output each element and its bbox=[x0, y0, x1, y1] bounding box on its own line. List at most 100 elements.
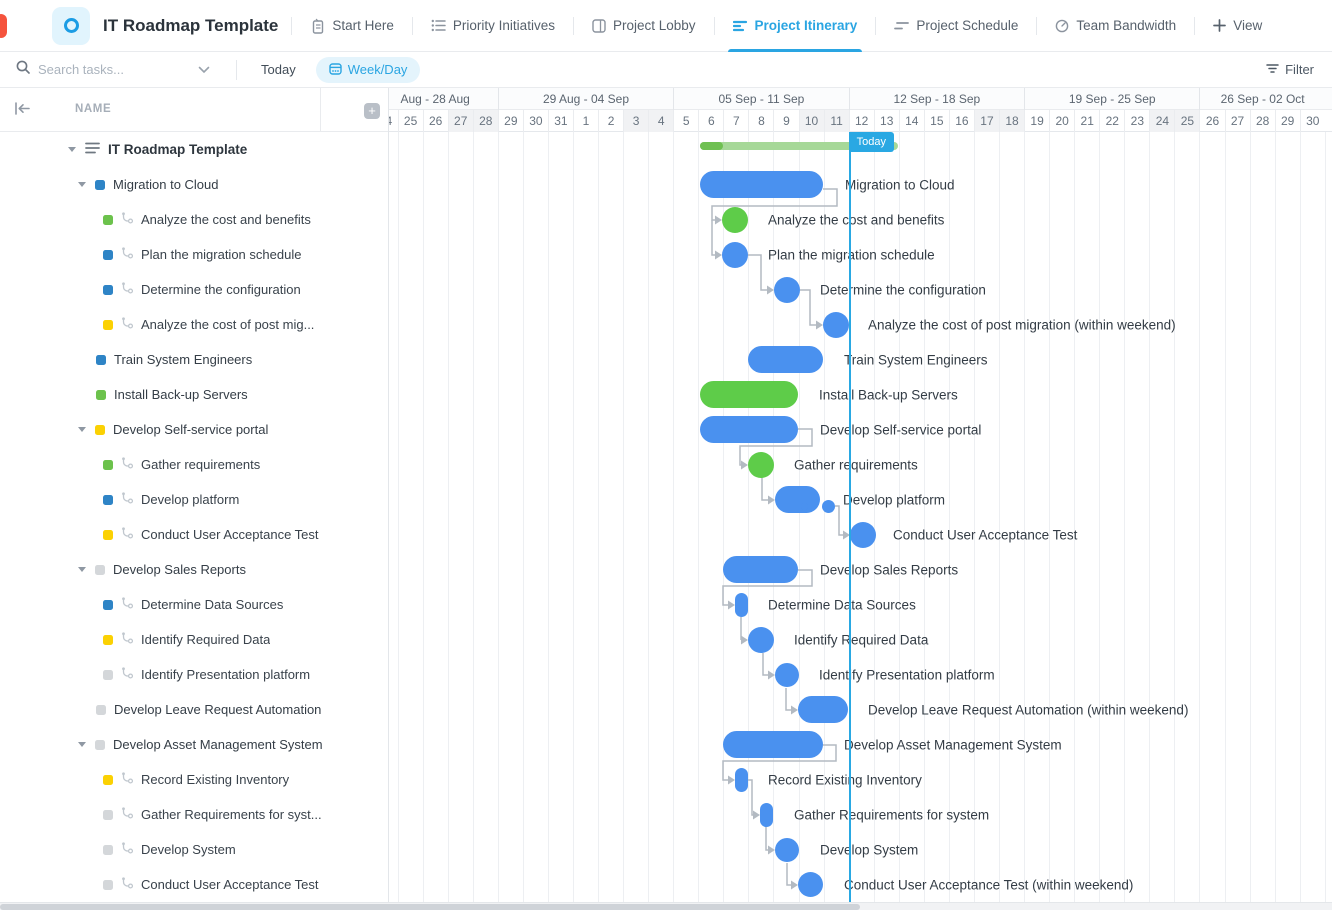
task-row-migration-to-cloud[interactable]: Migration to Cloud bbox=[0, 167, 388, 202]
gantt-bar[interactable] bbox=[774, 277, 800, 303]
collapse-panel-icon[interactable] bbox=[14, 101, 31, 121]
task-row-analyze-the-cost-of-post-mig[interactable]: Analyze the cost of post mig... bbox=[0, 307, 388, 342]
status-square-icon[interactable] bbox=[103, 775, 113, 785]
subtask-icon bbox=[121, 491, 133, 509]
expand-caret-icon[interactable] bbox=[68, 147, 76, 152]
horizontal-scrollbar-thumb[interactable] bbox=[0, 904, 860, 910]
status-square-icon[interactable] bbox=[103, 600, 113, 610]
gantt-bar[interactable] bbox=[735, 593, 748, 617]
task-row-train-system-engineers[interactable]: Train System Engineers bbox=[0, 342, 388, 377]
gantt-bar[interactable] bbox=[748, 452, 774, 478]
task-row-it-roadmap-template[interactable]: IT Roadmap Template bbox=[0, 132, 388, 167]
tab-team-bandwidth[interactable]: Team Bandwidth bbox=[1040, 0, 1191, 52]
gantt-bar[interactable] bbox=[722, 207, 748, 233]
task-row-plan-the-migration-schedule[interactable]: Plan the migration schedule bbox=[0, 237, 388, 272]
status-square-icon[interactable] bbox=[103, 810, 113, 820]
status-square-icon[interactable] bbox=[103, 495, 113, 505]
task-row-identify-required-data[interactable]: Identify Required Data bbox=[0, 622, 388, 657]
task-row-record-existing-inventory[interactable]: Record Existing Inventory bbox=[0, 762, 388, 797]
status-square-icon[interactable] bbox=[95, 180, 105, 190]
expand-caret-icon[interactable] bbox=[78, 742, 86, 747]
gantt-bar[interactable] bbox=[723, 731, 823, 758]
gantt-bar-label-plan-the-migration-schedule: Plan the migration schedule bbox=[768, 247, 935, 262]
search-box[interactable] bbox=[16, 60, 226, 79]
gantt-bar[interactable] bbox=[798, 696, 848, 723]
status-square-icon[interactable] bbox=[103, 670, 113, 680]
status-square-icon[interactable] bbox=[96, 390, 106, 400]
tab-priority-initiatives[interactable]: Priority Initiatives bbox=[416, 0, 570, 52]
filter-button[interactable]: Filter bbox=[1266, 62, 1314, 77]
status-square-icon[interactable] bbox=[103, 530, 113, 540]
task-row-develop-system[interactable]: Develop System bbox=[0, 832, 388, 867]
space-logo[interactable] bbox=[52, 7, 90, 45]
expand-caret-icon[interactable] bbox=[78, 567, 86, 572]
tab-start-here[interactable]: Start Here bbox=[295, 0, 409, 52]
gantt-bar[interactable] bbox=[775, 663, 799, 687]
gantt-bar[interactable] bbox=[775, 486, 820, 513]
tab-project-itinerary[interactable]: Project Itinerary bbox=[718, 0, 873, 52]
week-header-row: Aug - 28 Aug29 Aug - 04 Sep05 Sep - 11 S… bbox=[389, 88, 1332, 110]
task-row-install-back-up-servers[interactable]: Install Back-up Servers bbox=[0, 377, 388, 412]
status-square-icon[interactable] bbox=[103, 880, 113, 890]
expand-caret-icon[interactable] bbox=[78, 182, 86, 187]
status-square-icon[interactable] bbox=[95, 425, 105, 435]
task-row-analyze-the-cost-and-benefits[interactable]: Analyze the cost and benefits bbox=[0, 202, 388, 237]
tab-project-schedule[interactable]: Project Schedule bbox=[879, 0, 1033, 52]
task-row-gather-requirements-for-syst[interactable]: Gather Requirements for syst... bbox=[0, 797, 388, 832]
task-row-develop-sales-reports[interactable]: Develop Sales Reports bbox=[0, 552, 388, 587]
status-square-icon[interactable] bbox=[103, 285, 113, 295]
today-button[interactable]: Today bbox=[247, 62, 310, 77]
gantt-bar[interactable] bbox=[760, 803, 773, 827]
week-cell-26-sep-02-oct: 26 Sep - 02 Oct bbox=[1199, 88, 1324, 110]
day-cell-31: 31 bbox=[548, 110, 573, 132]
calendar-icon bbox=[329, 62, 342, 78]
expand-caret-icon[interactable] bbox=[78, 427, 86, 432]
gantt-bar[interactable] bbox=[700, 381, 798, 408]
task-label: Develop Self-service portal bbox=[113, 422, 268, 437]
gantt-bar[interactable] bbox=[722, 242, 748, 268]
status-square-icon[interactable] bbox=[103, 845, 113, 855]
zoom-weekday-button[interactable]: Week/Day bbox=[316, 57, 421, 83]
gantt-bar[interactable] bbox=[748, 346, 823, 373]
gantt-bar-label-train-system-engineers: Train System Engineers bbox=[844, 352, 988, 367]
status-square-icon[interactable] bbox=[103, 250, 113, 260]
task-row-conduct-user-acceptance-test[interactable]: Conduct User Acceptance Test bbox=[0, 867, 388, 902]
chevron-down-icon[interactable] bbox=[198, 61, 210, 79]
status-square-icon[interactable] bbox=[103, 215, 113, 225]
task-row-identify-presentation-platform[interactable]: Identify Presentation platform bbox=[0, 657, 388, 692]
status-square-icon[interactable] bbox=[95, 740, 105, 750]
gantt-bar[interactable] bbox=[798, 872, 823, 897]
gantt-bar[interactable] bbox=[723, 556, 798, 583]
task-row-determine-the-configuration[interactable]: Determine the configuration bbox=[0, 272, 388, 307]
tab-view[interactable]: View bbox=[1198, 0, 1277, 52]
week-cell-19-sep-25-sep: 19 Sep - 25 Sep bbox=[1024, 88, 1199, 110]
task-row-develop-self-service-portal[interactable]: Develop Self-service portal bbox=[0, 412, 388, 447]
add-column-button[interactable]: + bbox=[364, 103, 380, 119]
gantt-bar[interactable] bbox=[801, 503, 808, 510]
gantt-bar[interactable] bbox=[823, 312, 849, 338]
status-square-icon[interactable] bbox=[96, 355, 106, 365]
task-row-determine-data-sources[interactable]: Determine Data Sources bbox=[0, 587, 388, 622]
status-square-icon[interactable] bbox=[95, 565, 105, 575]
status-square-icon[interactable] bbox=[103, 320, 113, 330]
gantt-bar[interactable] bbox=[735, 768, 748, 792]
day-grid-line bbox=[1250, 132, 1251, 902]
task-row-conduct-user-acceptance-test[interactable]: Conduct User Acceptance Test bbox=[0, 517, 388, 552]
gantt-bar[interactable] bbox=[775, 838, 799, 862]
gantt-bar[interactable] bbox=[748, 627, 774, 653]
task-row-develop-platform[interactable]: Develop platform bbox=[0, 482, 388, 517]
task-row-develop-asset-management-system[interactable]: Develop Asset Management System bbox=[0, 727, 388, 762]
gantt-bar[interactable] bbox=[700, 416, 798, 443]
gantt-bar-label-develop-asset-management-system: Develop Asset Management System bbox=[844, 737, 1062, 752]
task-row-develop-leave-request-automation[interactable]: Develop Leave Request Automation bbox=[0, 692, 388, 727]
gantt-bar[interactable] bbox=[822, 500, 835, 513]
status-square-icon[interactable] bbox=[103, 460, 113, 470]
tab-project-lobby[interactable]: Project Lobby bbox=[577, 0, 711, 52]
status-square-icon[interactable] bbox=[96, 705, 106, 715]
list-icon bbox=[431, 19, 446, 32]
task-row-gather-requirements[interactable]: Gather requirements bbox=[0, 447, 388, 482]
status-square-icon[interactable] bbox=[103, 635, 113, 645]
search-input[interactable] bbox=[38, 62, 198, 77]
gantt-bar[interactable] bbox=[700, 171, 823, 198]
gantt-bar[interactable] bbox=[850, 522, 876, 548]
